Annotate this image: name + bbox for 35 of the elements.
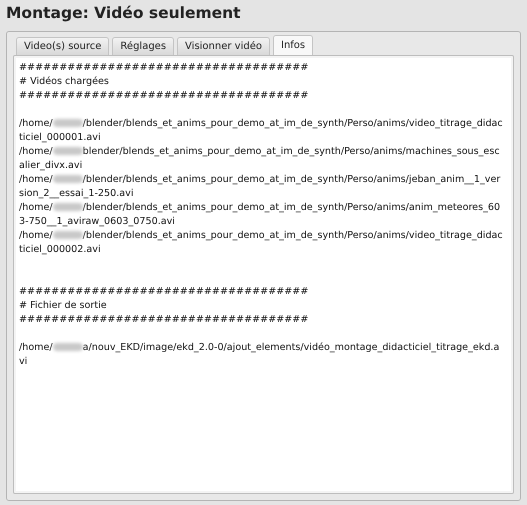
section-heading: # Fichier de sortie — [19, 299, 108, 313]
tab[interactable]: Réglages — [112, 37, 174, 55]
path-text: /blender/blends_et_anims_pour_demo_at_im_de_synth/Perso/anims/jeban_anim__1_ver — [82, 174, 500, 185]
section-heading: # Vidéos chargées — [19, 75, 110, 89]
window-title: Montage: Vidéo seulement — [6, 4, 242, 24]
tab[interactable]: Visionner vidéo — [177, 37, 270, 55]
path-text: /home/ — [19, 202, 53, 213]
path-text: /home/ — [19, 118, 53, 129]
hash-rule-text: #################################### — [19, 61, 310, 75]
path-text: /home/ — [19, 230, 53, 241]
path-text: ticiel_000001.avi — [19, 131, 102, 145]
path-text: 3-750__1_aviraw_0603_0750.avi — [19, 215, 176, 229]
blurred-username — [52, 147, 83, 156]
tab[interactable]: Infos — [273, 35, 314, 55]
path-text: /home/ — [19, 342, 53, 353]
path-text: /home/ — [19, 146, 53, 157]
path-text: /blender/blends_et_anims_pour_demo_at_im_de_synth/Perso/anims/anim_meteores_60 — [82, 202, 500, 213]
hash-rule-text: #################################### — [19, 313, 310, 327]
blurred-username — [52, 175, 83, 184]
path-text: alier_divx.avi — [19, 159, 84, 173]
path-text: vi — [19, 355, 28, 369]
blurred-username — [52, 119, 83, 128]
blurred-username — [52, 343, 83, 352]
path-text: blender/blends_et_anims_pour_demo_at_im_de_synth/Perso/anims/machines_sous_esc — [82, 146, 500, 157]
tab[interactable]: Video(s) source — [16, 37, 110, 55]
path-text: ticiel_000002.avi — [19, 243, 102, 257]
hash-rule-text: #################################### — [19, 285, 310, 299]
path-text: /blender/blends_et_anims_pour_demo_at_im_de_synth/Perso/anims/video_titrage_didac — [82, 118, 503, 129]
path-text: a/nouv_EKD/image/ekd_2.0-0/ajout_elements/vidéo_montage_didacticiel_titrage_ekd.a — [82, 342, 500, 353]
path-text: /home/ — [19, 174, 53, 185]
blurred-username — [52, 231, 83, 240]
path-text: /blender/blends_et_anims_pour_demo_at_im_de_synth/Perso/anims/video_titrage_didac — [82, 230, 503, 241]
path-text: sion_2__essai_1-250.avi — [19, 187, 134, 201]
hash-rule-text: #################################### — [19, 89, 310, 103]
blurred-username — [52, 203, 83, 212]
